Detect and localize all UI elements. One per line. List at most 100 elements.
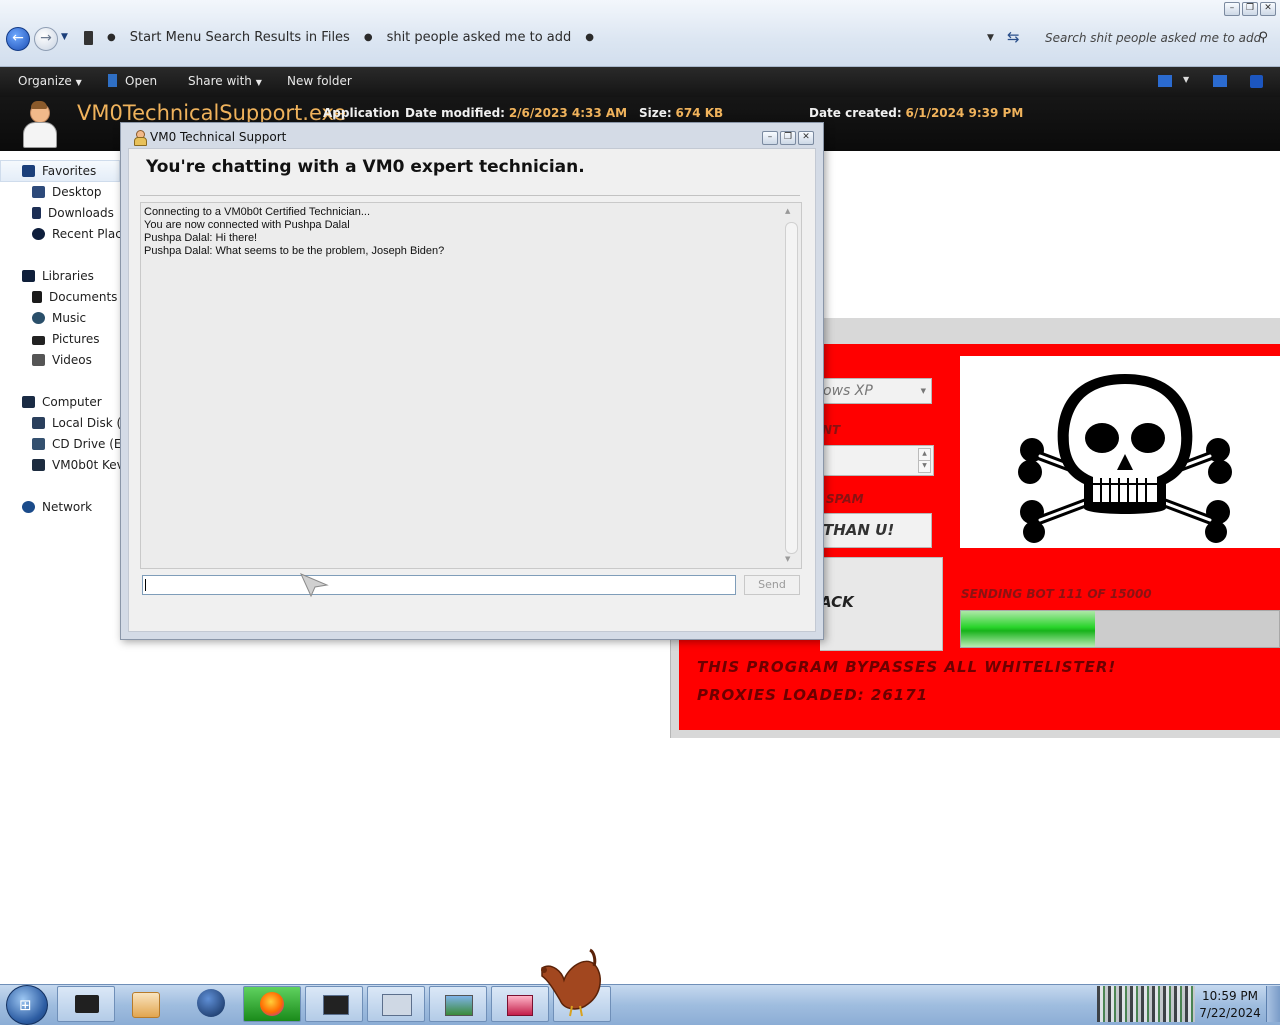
breadcrumb-separator: ● (363, 32, 373, 43)
taskbar-terminal-button[interactable] (305, 986, 363, 1022)
maximize-button[interactable]: ❐ (780, 131, 796, 145)
view-icon[interactable] (1158, 75, 1172, 87)
taskbar-explorer-button[interactable] (57, 986, 115, 1022)
stepper-down-icon[interactable]: ▼ (918, 460, 931, 473)
scroll-up-icon[interactable]: ▲ (785, 207, 790, 215)
show-desktop-button[interactable] (1266, 986, 1280, 1022)
maximize-button[interactable]: ❐ (1242, 2, 1258, 16)
folder-icon (84, 30, 93, 45)
desktop-icon (32, 186, 45, 198)
nav-libraries[interactable]: Libraries (22, 266, 94, 286)
send-button[interactable]: Send (744, 575, 800, 595)
os-select[interactable]: ows XP ▼ (820, 378, 932, 404)
recent-pages-dropdown[interactable]: ▼ (61, 32, 68, 42)
command-bar: Organize ▼ Open Share with ▼ New folder … (0, 67, 1280, 97)
breadcrumb-item-search-results[interactable]: Start Menu Search Results in Files (130, 30, 350, 45)
nav-pictures-label: Pictures (52, 332, 100, 346)
media-player-icon[interactable] (132, 992, 160, 1018)
minimize-button[interactable]: – (1224, 2, 1240, 16)
taskbar-computer-button[interactable] (367, 986, 425, 1022)
turkey-icon (541, 948, 601, 1017)
scroll-thumb[interactable] (785, 222, 798, 554)
navigation-pane: Favorites Desktop Downloads Recent Place… (0, 152, 138, 984)
nav-favorites[interactable]: Favorites (22, 161, 96, 181)
clock-time[interactable]: 10:59 PM (1198, 989, 1262, 1003)
nav-computer[interactable]: Computer (22, 392, 102, 412)
address-dropdown[interactable]: ▼ (987, 33, 994, 43)
new-folder-button[interactable]: New folder (287, 74, 352, 88)
app-icon (108, 74, 117, 87)
music-icon (32, 312, 45, 324)
app-icon (507, 995, 533, 1016)
cd-drive-icon (32, 438, 45, 450)
chevron-down-icon: ▼ (920, 387, 926, 395)
nav-videos-label: Videos (52, 353, 92, 367)
close-button[interactable]: ✕ (798, 131, 814, 145)
nav-favorites-label: Favorites (42, 164, 97, 178)
pictures-icon (32, 336, 45, 345)
bypass-text: THIS PROGRAM BYPASSES ALL WHITELISTER! (697, 658, 1117, 676)
nav-cd-drive[interactable]: CD Drive (E:) (32, 434, 130, 454)
back-button[interactable]: ← (6, 27, 30, 51)
message-field[interactable]: THAN U! (820, 513, 932, 548)
date-modified: Date modified: 2/6/2023 4:33 AM (405, 106, 627, 120)
help-icon[interactable] (1250, 75, 1263, 88)
downloads-icon (32, 207, 41, 219)
date-created-value: 6/1/2024 9:39 PM (905, 106, 1024, 120)
date-created: Date created: 6/1/2024 9:39 PM (809, 106, 1023, 120)
open-button[interactable]: Open (108, 74, 157, 88)
nav-downloads-label: Downloads (48, 206, 114, 220)
scroll-down-icon[interactable]: ▼ (785, 555, 790, 563)
documents-icon (32, 291, 42, 303)
message-input[interactable] (142, 575, 736, 595)
date-modified-label: Date modified: (405, 106, 505, 120)
preview-pane-icon[interactable] (1213, 75, 1227, 87)
attack-button[interactable]: ACK (820, 557, 943, 651)
breadcrumb-item-folder[interactable]: shit people asked me to add (387, 30, 572, 45)
nav-documents[interactable]: Documents (32, 287, 117, 307)
share-with-button[interactable]: Share with ▼ (188, 74, 262, 88)
refresh-icon[interactable]: ⇆ (1007, 28, 1020, 46)
globe-icon[interactable] (197, 989, 225, 1017)
window-controls: – ❐ ✕ (1224, 2, 1276, 16)
chat-scrollbar[interactable]: ▲ ▼ (782, 203, 799, 566)
star-icon (22, 165, 35, 177)
size-label: Size: (639, 106, 672, 120)
taskbar (0, 984, 1280, 1025)
taskbar-picture-button[interactable] (429, 986, 487, 1022)
size-value: 674 KB (675, 106, 724, 120)
chevron-down-icon[interactable]: ▼ (1183, 75, 1189, 84)
chat-message: You are now connected with Pushpa Dalal (144, 219, 350, 231)
technician-icon (20, 101, 58, 148)
minimize-button[interactable]: – (762, 131, 778, 145)
chat-message: Pushpa Dalal: Hi there! (144, 232, 258, 244)
search-icon[interactable]: ⚲ (1258, 30, 1268, 45)
nav-downloads[interactable]: Downloads (32, 203, 114, 223)
breadcrumb-separator: ● (107, 32, 116, 43)
nav-documents-label: Documents (49, 290, 118, 304)
nav-videos[interactable]: Videos (32, 350, 92, 370)
chat-headline: You're chatting with a VM0 expert techni… (146, 157, 585, 177)
date-modified-value: 2/6/2023 4:33 AM (508, 106, 628, 120)
taskbar-firefox-button[interactable] (243, 986, 301, 1022)
folder-icon (75, 995, 99, 1013)
recent-places-icon (32, 228, 45, 240)
nav-desktop[interactable]: Desktop (32, 182, 102, 202)
dialog-title: VM0 Technical Support (150, 130, 287, 144)
nav-pictures[interactable]: Pictures (32, 329, 100, 349)
clock-date[interactable]: 7/22/2024 (1198, 1006, 1262, 1020)
organize-button[interactable]: Organize ▼ (18, 74, 82, 88)
search-input[interactable]: Search shit people asked me to add (1036, 27, 1276, 49)
start-button[interactable]: ⊞ (6, 985, 48, 1025)
close-button[interactable]: ✕ (1260, 2, 1276, 16)
technician-icon (133, 130, 147, 146)
picture-icon (445, 995, 473, 1016)
forward-button[interactable]: → (34, 27, 58, 51)
file-type: Application (323, 106, 400, 120)
nav-network[interactable]: Network (22, 497, 92, 517)
notification-area-icons[interactable] (1097, 986, 1195, 1022)
arrow-left-icon: ← (12, 30, 24, 46)
computer-icon (22, 396, 35, 408)
count-stepper[interactable]: ▲ ▼ (820, 445, 934, 476)
nav-music[interactable]: Music (32, 308, 86, 328)
